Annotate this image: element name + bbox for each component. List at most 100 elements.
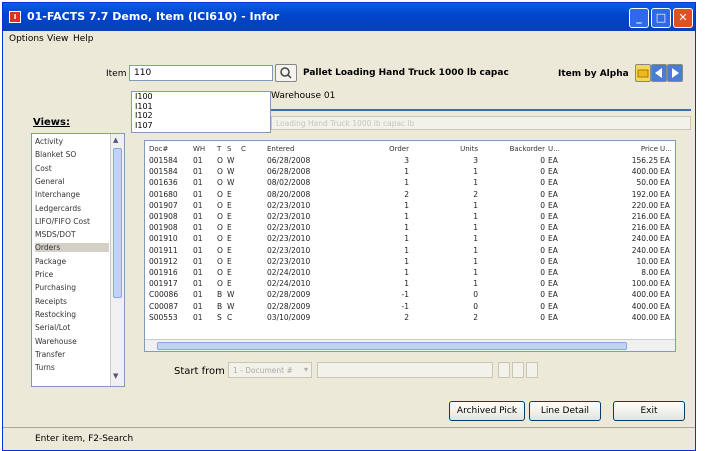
table-row[interactable]: 001584 01 O W 06/28/2008 3 3 0 EA 156.25 EA — [145, 155, 675, 166]
start-from-select[interactable]: 1 - Document # ▾ — [228, 362, 312, 378]
table-row[interactable]: 001910 01 O E 02/23/2010 1 1 0 EA 240.00 EA — [145, 233, 675, 244]
view-item[interactable]: Interchange — [35, 190, 109, 199]
view-item[interactable]: Turns — [35, 363, 109, 372]
nav-last-button[interactable] — [526, 362, 538, 378]
nav-first-button[interactable] — [498, 362, 510, 378]
column-header[interactable]: S — [227, 145, 235, 153]
column-header[interactable]: Units — [438, 145, 478, 153]
menu-view[interactable]: View — [47, 34, 68, 44]
line-detail-button[interactable]: Line Detail — [529, 401, 601, 421]
view-item[interactable]: Activity — [35, 137, 109, 146]
table-row[interactable]: 001907 01 O E 02/23/2010 1 1 0 EA 220.00 EA — [145, 200, 675, 211]
scroll-down-icon[interactable]: ▼ — [113, 372, 118, 380]
suggestion-item[interactable]: I107 — [135, 121, 270, 131]
table-cell: 02/28/2009 — [267, 301, 311, 311]
table-cell: 400.00 — [631, 312, 658, 322]
title-bar[interactable]: I 01-FACTS 7.7 Demo, Item (ICI610) - Inf… — [3, 3, 695, 31]
prev-button[interactable] — [651, 64, 667, 82]
view-item[interactable]: Orders — [35, 243, 109, 253]
table-row[interactable]: 001584 01 O W 06/28/2008 1 1 0 EA 400.00 EA — [145, 166, 675, 177]
table-cell: EA — [660, 312, 670, 322]
next-button[interactable] — [667, 64, 683, 82]
scroll-up-icon[interactable]: ▲ — [113, 136, 118, 144]
column-header[interactable]: Entered — [267, 145, 323, 153]
table-row[interactable]: 001908 01 O E 02/23/2010 1 1 0 EA 216.00 EA — [145, 211, 675, 222]
table-row[interactable]: S00553 01 S C 03/10/2009 2 2 0 EA 400.00 EA — [145, 312, 675, 323]
search-button[interactable] — [275, 64, 297, 82]
table-cell: EA — [660, 167, 670, 177]
nav-next-button[interactable] — [512, 362, 524, 378]
item-suggestion-list[interactable]: I100 I101 I102 I107 — [131, 91, 271, 133]
folder-button[interactable] — [635, 64, 651, 82]
view-item[interactable]: Package — [35, 257, 109, 266]
table-cell: 1 — [404, 167, 409, 177]
view-item[interactable]: Blanket SO — [35, 150, 109, 159]
table-cell: 02/23/2010 — [267, 234, 311, 244]
view-item[interactable]: MSDS/DOT — [35, 230, 109, 239]
table-cell: 0 — [540, 290, 545, 300]
suggestion-item[interactable]: I101 — [135, 102, 270, 112]
table-cell: EA — [548, 301, 558, 311]
warehouse-label: Warehouse 01 — [271, 91, 336, 101]
column-header[interactable]: WH — [193, 145, 209, 153]
table-cell: C00086 — [149, 290, 179, 300]
view-item[interactable]: Transfer — [35, 350, 109, 359]
table-row[interactable]: C00087 01 B W 02/28/2009 -1 0 0 EA 400.00 EA — [145, 301, 675, 312]
item-input[interactable]: 110 — [129, 65, 273, 81]
view-item[interactable]: Restocking — [35, 310, 109, 319]
suggestion-item[interactable]: I100 — [135, 92, 270, 102]
table-cell: 001636 — [149, 178, 178, 188]
table-cell: B — [217, 301, 223, 311]
view-item[interactable]: LIFO/FIFO Cost — [35, 217, 109, 226]
views-scroll-thumb[interactable] — [113, 148, 122, 298]
table-row[interactable]: C00086 01 B W 02/28/2009 -1 0 0 EA 400.00 EA — [145, 289, 675, 300]
table-row[interactable]: 001912 01 O E 02/23/2010 1 1 0 EA 10.00 EA — [145, 256, 675, 267]
table-cell: 001908 — [149, 212, 178, 221]
archived-pick-button[interactable]: Archived Pick — [449, 401, 525, 421]
table-cell: EA — [548, 178, 558, 188]
table-cell: EA — [548, 156, 558, 165]
close-button[interactable]: ✕ — [673, 8, 693, 28]
column-header[interactable]: Order — [371, 145, 409, 153]
suggestion-item[interactable]: I102 — [135, 111, 270, 121]
table-cell: 2 — [404, 312, 409, 322]
table-cell: 0 — [540, 178, 545, 188]
maximize-button[interactable]: □ — [651, 8, 671, 28]
table-cell: 0 — [540, 301, 545, 311]
column-header[interactable]: U... — [548, 145, 566, 153]
column-header[interactable]: Backorder — [493, 145, 545, 153]
table-row[interactable]: 001911 01 O E 02/23/2010 1 1 0 EA 240.00 EA — [145, 245, 675, 256]
view-item[interactable]: Price — [35, 270, 109, 279]
item-subtitle-bar: Loading Hand Truck 1000 lb capac lb — [271, 116, 691, 130]
table-cell: 1 — [473, 245, 478, 255]
exit-button[interactable]: Exit — [613, 401, 685, 421]
table-hscroll-thumb[interactable] — [157, 342, 627, 350]
column-header[interactable]: T — [217, 145, 225, 153]
column-header[interactable]: Doc# — [149, 145, 183, 153]
view-item[interactable]: Cost — [35, 164, 109, 173]
table-row[interactable]: 001680 01 O E 08/20/2008 2 2 0 EA 192.00 EA — [145, 189, 675, 200]
table-cell: EA — [660, 256, 670, 266]
column-header[interactable]: U... — [660, 145, 674, 153]
table-cell: W — [227, 178, 235, 188]
table-row[interactable]: 001917 01 O E 02/24/2010 1 1 0 EA 100.00 EA — [145, 278, 675, 289]
menu-options[interactable]: Options — [9, 34, 44, 44]
menu-help[interactable]: Help — [73, 34, 94, 44]
table-row[interactable]: 001636 01 O W 08/02/2008 1 1 0 EA 50.00 EA — [145, 177, 675, 188]
view-item[interactable]: General — [35, 177, 109, 186]
column-header[interactable]: Price — [620, 145, 658, 153]
view-item[interactable]: Ledgercards — [35, 204, 109, 213]
column-header[interactable]: C — [241, 145, 249, 153]
view-item[interactable]: Warehouse — [35, 337, 109, 346]
views-scrollbar[interactable]: ▲ ▼ — [110, 134, 124, 386]
table-hscrollbar[interactable] — [145, 339, 675, 351]
table-row[interactable]: 001908 01 O E 02/23/2010 1 1 0 EA 216.00 EA — [145, 222, 675, 233]
view-item[interactable]: Serial/Lot — [35, 323, 109, 332]
table-cell: 1 — [473, 234, 478, 244]
view-item[interactable]: Receipts — [35, 297, 109, 306]
table-row[interactable]: 001916 01 O E 02/24/2010 1 1 0 EA 8.00 EA — [145, 267, 675, 278]
view-item[interactable]: Purchasing — [35, 283, 109, 292]
minimize-button[interactable]: _ — [629, 8, 649, 28]
start-from-input[interactable] — [317, 362, 493, 378]
table-cell: 01 — [193, 234, 203, 244]
